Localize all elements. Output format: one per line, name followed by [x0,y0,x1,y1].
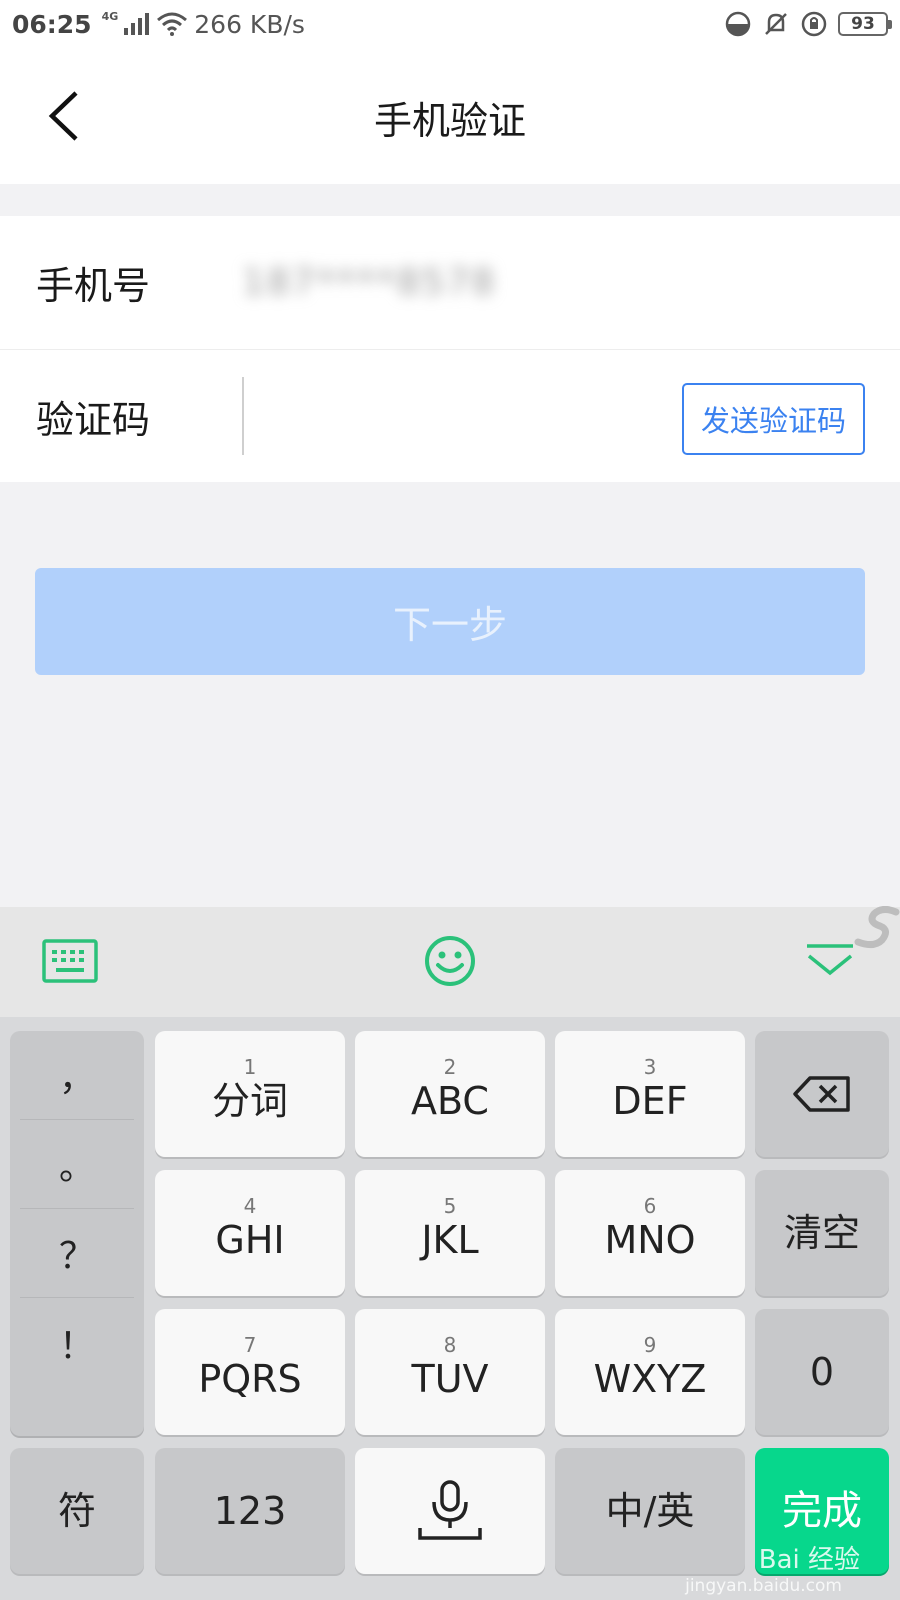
clear-key-label: 清空 [783,1211,860,1255]
send-code-button[interactable]: 发送验证码 [682,383,865,455]
status-bar: 06:25 4G 266 KB/s 93 [0,0,900,48]
keyboard-toolbar [0,907,900,1017]
phone-row: 手机号 187****8578 [0,216,900,349]
wifi-icon [157,12,188,36]
comma-key[interactable]: ， [20,1031,134,1120]
key-label: WXYZ [593,1357,707,1401]
question-key[interactable]: ？ [20,1209,134,1298]
key-number: 8 [443,1333,457,1357]
done-key-label: 完成 [782,1488,862,1534]
zero-key[interactable]: 0 [755,1309,889,1435]
symbol-key[interactable]: 符 [10,1448,144,1574]
key-2[interactable]: 2 ABC [355,1031,545,1157]
backspace-key[interactable] [755,1031,889,1157]
key-7[interactable]: 7 PQRS [155,1309,345,1435]
code-label: 验证码 [36,397,151,442]
clear-key[interactable]: 清空 [755,1170,889,1296]
language-switch-label: 中/英 [605,1489,695,1533]
page-title: 手机验证 [373,99,526,143]
verification-form: 手机号 187****8578 验证码 发送验证码 [0,216,900,482]
key-number: 1 [243,1055,257,1079]
phone-number-value: 187****8578 [242,262,497,303]
key-label: MNO [604,1218,696,1262]
battery-indicator: 93 [838,12,892,36]
sogou-s-icon [854,906,900,949]
key-number: 5 [443,1194,457,1218]
network-type: 4G [101,9,119,23]
emoji-icon[interactable] [418,929,482,993]
space-voice-key[interactable] [355,1448,545,1574]
rotation-lock-icon [801,11,827,37]
language-switch-key[interactable]: 中/英 [555,1448,745,1574]
keyboard-icon[interactable] [38,933,102,989]
key-label: JKL [421,1218,479,1262]
key-number: 2 [443,1055,457,1079]
key-label: ABC [411,1079,489,1123]
key-8[interactable]: 8 TUV [355,1309,545,1435]
key-number: 6 [643,1194,657,1218]
nav-header: 手机验证 [0,48,900,184]
next-step-button[interactable]: 下一步 [35,568,865,675]
signal-icon [124,13,150,35]
backspace-icon [793,1076,850,1112]
key-label: PQRS [198,1357,302,1401]
key-6[interactable]: 6 MNO [555,1170,745,1296]
key-1[interactable]: 1 分词 [155,1031,345,1157]
numeric-key[interactable]: 123 [155,1448,345,1574]
key-number: 3 [643,1055,657,1079]
key-number: 9 [643,1333,657,1357]
phone-label: 手机号 [36,264,151,308]
network-speed: 266 KB/s [194,9,305,39]
key-label: DEF [612,1079,688,1123]
status-time: 06:25 [12,9,92,39]
mute-bell-icon [765,13,787,35]
done-key[interactable]: 完成 [755,1448,889,1574]
battery-level: 93 [851,14,875,34]
numeric-key-label: 123 [213,1489,287,1533]
key-number: 4 [243,1194,257,1218]
key-label: TUV [411,1357,489,1401]
symbol-key-label: 符 [57,1489,96,1533]
data-saver-icon [725,11,751,37]
key-label: 分词 [211,1079,288,1123]
code-row: 验证码 发送验证码 [0,349,900,482]
key-5[interactable]: 5 JKL [355,1170,545,1296]
key-number: 7 [243,1333,257,1357]
zero-key-label: 0 [809,1350,835,1394]
key-3[interactable]: 3 DEF [555,1031,745,1157]
microphone-icon [418,1480,482,1540]
key-label: GHI [215,1218,285,1262]
collapse-keyboard-icon[interactable] [800,933,860,989]
exclamation-key[interactable]: ！ [20,1298,134,1387]
key-4[interactable]: 4 GHI [155,1170,345,1296]
punctuation-column[interactable]: ， 。 ？ ！ [10,1031,144,1436]
key-9[interactable]: 9 WXYZ [555,1309,745,1435]
period-key[interactable]: 。 [20,1120,134,1209]
